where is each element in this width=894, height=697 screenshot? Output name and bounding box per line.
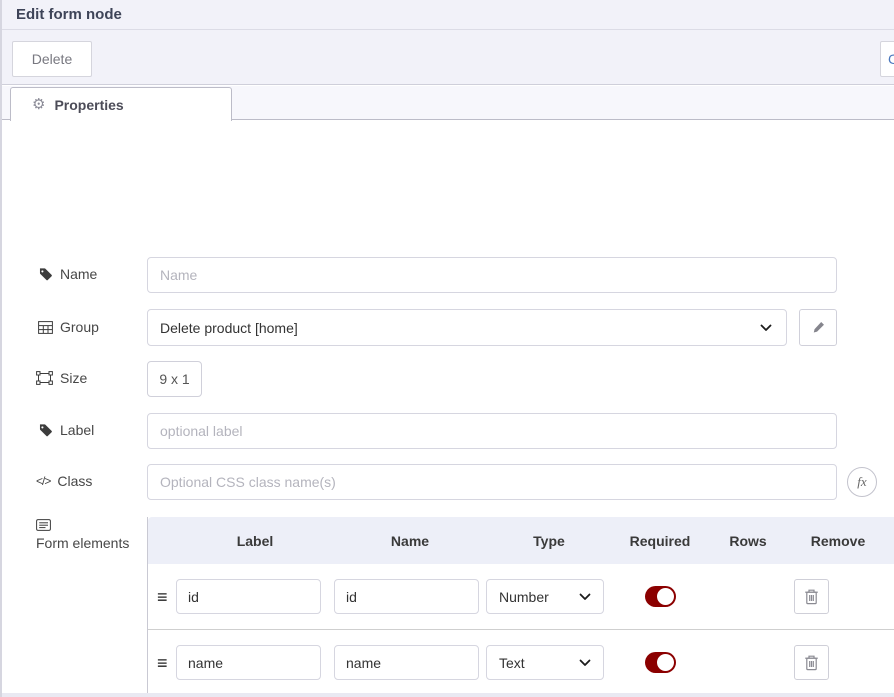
group-field-label: Group	[38, 319, 99, 335]
column-header-rows: Rows	[708, 533, 788, 549]
column-header-name: Name	[334, 533, 486, 549]
gear-icon: ⚙	[32, 97, 45, 112]
element-name-input[interactable]	[334, 579, 479, 614]
elements-table-header: LabelNameTypeRequiredRowsRemove	[148, 517, 894, 564]
trash-icon	[804, 654, 819, 671]
size-field-label: Size	[36, 370, 87, 386]
column-header-type: Type	[486, 533, 612, 549]
pencil-icon	[812, 321, 825, 334]
tag-icon	[38, 267, 53, 282]
dialog-header: Edit form node	[2, 0, 894, 30]
class-input[interactable]	[147, 464, 837, 500]
footer-edge	[2, 693, 894, 697]
required-toggle[interactable]	[645, 586, 676, 607]
tab-properties-label: Properties	[54, 97, 123, 113]
cancel-button[interactable]: Cancel	[880, 41, 894, 77]
properties-panel: Name Group Delete product [home] Size 9 …	[2, 121, 894, 697]
toggle-knob	[657, 588, 674, 605]
list-icon	[36, 519, 51, 531]
dialog-title: Edit form node	[16, 6, 122, 23]
name-input[interactable]	[147, 257, 837, 293]
name-field-label: Name	[38, 266, 97, 282]
class-field-label: </> Class	[36, 473, 92, 489]
edit-form-node-dialog: Edit form node Delete Cancel ⚙ Propertie…	[0, 0, 894, 697]
tag-icon	[38, 423, 53, 438]
expression-fx-button[interactable]: fx	[847, 467, 877, 497]
form-elements-table: LabelNameTypeRequiredRowsRemove ≡ Number…	[147, 517, 894, 697]
column-header-label: Label	[176, 533, 334, 549]
tab-bar: ⚙ Properties	[2, 86, 894, 120]
edit-group-button[interactable]	[799, 309, 837, 346]
drag-handle-icon[interactable]: ≡	[148, 654, 176, 672]
form-element-row: ≡ Text	[148, 630, 894, 696]
dialog-toolbar: Delete Cancel	[2, 30, 894, 85]
chevron-down-icon	[760, 324, 772, 332]
element-label-input[interactable]	[176, 579, 321, 614]
element-name-input[interactable]	[334, 645, 479, 680]
remove-element-button[interactable]	[794, 579, 829, 614]
tab-properties[interactable]: ⚙ Properties	[10, 87, 232, 121]
element-type-value: Text	[499, 655, 525, 671]
code-icon: </>	[36, 474, 50, 488]
remove-element-button[interactable]	[794, 645, 829, 680]
element-type-value: Number	[499, 589, 549, 605]
group-select-value: Delete product [home]	[160, 320, 298, 336]
table-icon	[38, 321, 53, 334]
toggle-knob	[657, 654, 674, 671]
elements-table-body: ≡ Number ≡ Text	[148, 564, 894, 696]
form-elements-field-label: Form elements	[36, 519, 136, 553]
element-type-select[interactable]: Number	[486, 579, 604, 614]
object-group-icon	[36, 371, 53, 385]
label-input[interactable]	[147, 413, 837, 449]
trash-icon	[804, 588, 819, 605]
column-header-required: Required	[612, 533, 708, 549]
size-button[interactable]: 9 x 1	[147, 361, 202, 397]
label-field-label: Label	[38, 422, 94, 438]
chevron-down-icon	[579, 659, 591, 667]
element-type-select[interactable]: Text	[486, 645, 604, 680]
drag-handle-icon[interactable]: ≡	[148, 588, 176, 606]
delete-button[interactable]: Delete	[12, 41, 92, 77]
chevron-down-icon	[579, 593, 591, 601]
group-select[interactable]: Delete product [home]	[147, 309, 787, 346]
form-element-row: ≡ Number	[148, 564, 894, 630]
required-toggle[interactable]	[645, 652, 676, 673]
column-header-remove: Remove	[788, 533, 888, 549]
element-label-input[interactable]	[176, 645, 321, 680]
